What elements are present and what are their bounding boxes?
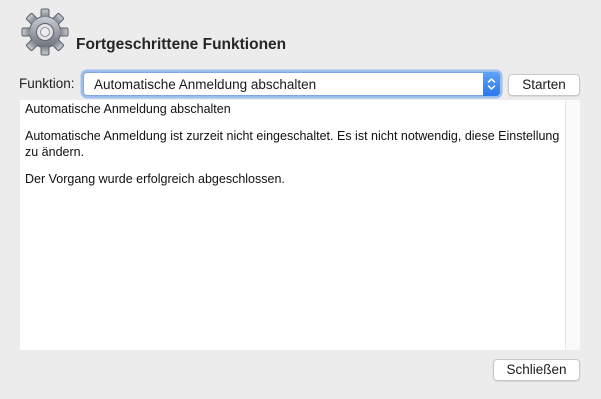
function-select[interactable]: Automatische Anmeldung abschalten	[83, 72, 500, 96]
function-label: Funktion:	[19, 76, 75, 91]
output-line: Der Vorgang wurde erfolgreich abgeschlos…	[25, 171, 285, 186]
select-arrows-icon[interactable]	[483, 72, 500, 96]
start-button[interactable]: Starten	[508, 74, 580, 96]
chevron-up-down-icon	[487, 78, 496, 90]
output-text: Automatische Anmeldung abschalten Automa…	[25, 102, 563, 199]
function-select-value: Automatische Anmeldung abschalten	[94, 77, 317, 92]
output-line: Automatische Anmeldung abschalten	[25, 102, 231, 116]
gear-icon	[21, 8, 69, 56]
dialog-title: Fortgeschrittene Funktionen	[76, 36, 287, 53]
output-line: Automatische Anmeldung ist zurzeit nicht…	[25, 129, 560, 159]
close-button[interactable]: Schließen	[493, 359, 580, 381]
output-text-area[interactable]: Automatische Anmeldung abschalten Automa…	[20, 100, 580, 350]
vertical-scrollbar[interactable]	[565, 100, 580, 350]
